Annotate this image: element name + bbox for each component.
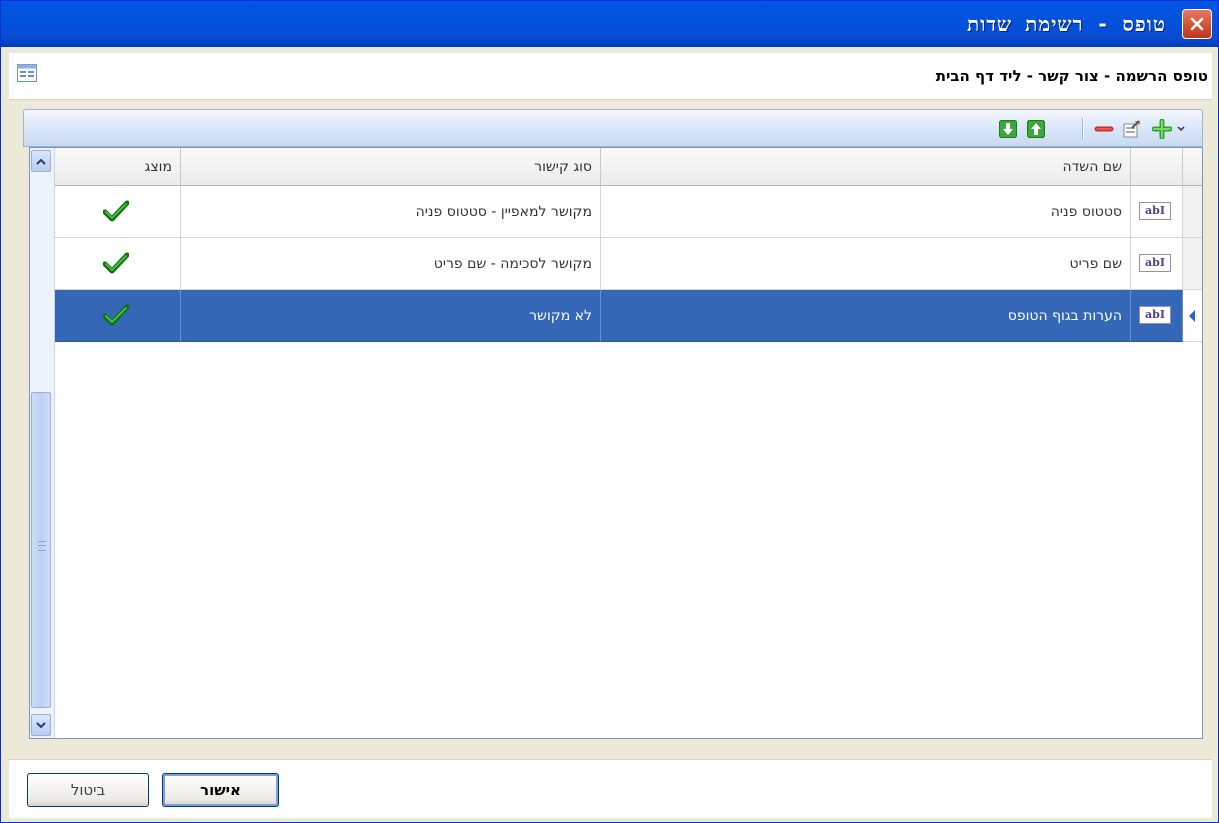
check-icon [103,304,129,326]
check-icon [103,200,129,222]
ok-button[interactable]: אישור [162,773,279,807]
displayed-cell[interactable] [55,186,181,238]
plus-icon [1152,119,1172,139]
field-type-cell[interactable]: abI [1131,290,1183,342]
column-header-displayed[interactable]: מוצג [55,148,181,186]
add-dropdown-button[interactable] [1174,118,1188,140]
field-name-cell[interactable]: סטטוס פניה [601,186,1131,238]
check-icon [103,252,129,274]
row-indicator-current[interactable] [1183,290,1202,342]
add-button[interactable] [1150,118,1174,140]
remove-button[interactable] [1092,118,1116,140]
form-header: טופס הרשמה - צור קשר - ליד דף הבית [9,53,1212,100]
table-row[interactable]: מקושר למאפיין - סטטוס פניה סטטוס פניה ab… [55,186,1202,238]
edit-button[interactable] [1120,118,1144,140]
column-header-link-type[interactable]: סוג קישור [181,148,601,186]
link-type-cell[interactable]: מקושר לסכימה - שם פריט [181,238,601,290]
toolbar-separator [1082,118,1084,140]
scroll-down-button[interactable] [31,714,51,736]
field-type-cell[interactable]: abI [1131,186,1183,238]
text-field-icon: abI [1139,254,1171,272]
form-title: טופס הרשמה - צור קשר - ליד דף הבית [935,67,1208,85]
move-down-button[interactable] [996,118,1020,140]
thumb-grip [38,541,46,551]
scroll-up-button[interactable] [31,150,51,172]
row-indicator[interactable] [1183,238,1202,290]
chevron-down-icon [1177,126,1185,132]
link-type-cell[interactable]: לא מקושר [181,290,601,342]
field-type-cell[interactable]: abI [1131,238,1183,290]
cancel-button[interactable]: ביטול [27,773,149,807]
close-icon [1190,17,1204,31]
fields-grid: מוצג סוג קישור שם השדה מקושר למאפיין - ס… [29,147,1203,739]
scroll-thumb[interactable] [31,392,51,708]
column-header-type[interactable] [1131,148,1183,186]
column-header-field-name[interactable]: שם השדה [601,148,1131,186]
text-field-icon: abI [1139,202,1171,220]
column-header-indicator [1183,148,1202,186]
row-indicator[interactable] [1183,186,1202,238]
field-list-dialog: טופס - רשימת שדות טופס הרשמה - צור קשר -… [0,0,1219,823]
dialog-footer: אישור ביטול [9,759,1212,818]
arrow-up-icon [1027,120,1045,138]
displayed-cell[interactable] [55,238,181,290]
close-button[interactable] [1182,9,1212,39]
chevron-down-icon [36,721,46,728]
fields-toolbar [23,109,1203,147]
arrow-down-icon [999,120,1017,138]
current-row-arrow-icon [1189,310,1195,322]
minus-icon [1094,126,1114,132]
field-name-cell[interactable]: הערות בגוף הטופס [601,290,1131,342]
displayed-cell[interactable] [55,290,181,342]
form-icon [17,64,37,82]
link-type-cell[interactable]: מקושר למאפיין - סטטוס פניה [181,186,601,238]
field-name-cell[interactable]: שם פריט [601,238,1131,290]
title-bar[interactable]: טופס - רשימת שדות [1,1,1218,47]
edit-properties-icon [1123,120,1140,138]
window-title: טופס - רשימת שדות [967,12,1166,36]
vertical-scrollbar[interactable] [30,148,55,738]
table-row[interactable]: מקושר לסכימה - שם פריט שם פריט abI [55,238,1202,290]
move-up-button[interactable] [1024,118,1048,140]
chevron-up-icon [36,158,46,165]
text-field-icon: abI [1139,306,1171,324]
table-row-selected[interactable]: לא מקושר הערות בגוף הטופס abI [55,290,1202,342]
